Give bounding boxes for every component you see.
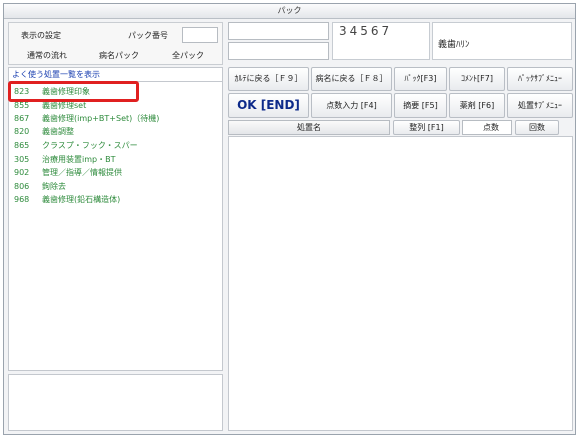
- pack-submenu-button[interactable]: ﾊﾟｯｸｻﾌﾞﾒﾆｭｰ: [507, 67, 573, 91]
- treatment-table-body[interactable]: [228, 136, 573, 431]
- item-name: 治療用装置imp・BT: [42, 155, 116, 164]
- category-label: 義歯ﾊﾘﾝ: [438, 40, 470, 50]
- item-code: 865: [14, 141, 30, 150]
- back-to-disease-button[interactable]: 病名に戻る［Ｆ８］: [311, 67, 392, 91]
- category-field: 義歯ﾊﾘﾝ: [432, 22, 572, 60]
- count-column-header[interactable]: 回数: [515, 120, 559, 135]
- number-field-value: 34567: [339, 24, 393, 38]
- display-settings-label[interactable]: 表示の設定: [21, 30, 61, 41]
- frequent-treatment-list: よく使う処置一覧を表示 823 義歯修理印象 855 義歯修理set 867 義…: [8, 67, 223, 371]
- item-name: 鉤除去: [42, 182, 66, 191]
- list-item[interactable]: 865 クラスプ・フック・スパー: [9, 140, 222, 152]
- item-code: 902: [14, 168, 30, 177]
- sort-button[interactable]: 整列 [F1]: [393, 120, 460, 135]
- drug-button[interactable]: 薬剤 [F6]: [449, 93, 505, 118]
- item-code: 968: [14, 195, 30, 204]
- frequent-list-header[interactable]: よく使う処置一覧を表示: [9, 68, 222, 82]
- list-item[interactable]: 867 義歯修理(imp+BT+Set)（待機): [9, 113, 222, 125]
- comment-button[interactable]: ｺﾒﾝﾄ[F7]: [449, 67, 505, 91]
- all-pack-button[interactable]: 全パック: [172, 50, 204, 61]
- item-code: 867: [14, 114, 30, 123]
- item-name: 義歯修理(鉛石構造体): [42, 195, 121, 204]
- pack-number-input[interactable]: [182, 27, 218, 43]
- pack-button[interactable]: ﾊﾟｯｸ[F3]: [394, 67, 447, 91]
- points-header-label: 点数: [483, 123, 499, 132]
- list-item[interactable]: 305 治療用装置imp・BT: [9, 154, 222, 166]
- info-input-a[interactable]: [228, 22, 329, 40]
- disease-pack-button[interactable]: 病名パック: [99, 50, 139, 61]
- detail-pane: [8, 374, 223, 431]
- item-name: クラスプ・フック・スパー: [42, 141, 138, 150]
- list-item[interactable]: 820 義歯調整: [9, 126, 222, 138]
- summary-button[interactable]: 摘要 [F5]: [394, 93, 447, 118]
- frequent-list-header-label: よく使う処置一覧を表示: [12, 70, 100, 79]
- ok-end-button[interactable]: OK [END]: [228, 93, 309, 118]
- points-column-header: 点数: [462, 120, 512, 135]
- item-name: 管理／指導／情報提供: [42, 168, 122, 177]
- info-input-b[interactable]: [228, 42, 329, 60]
- pack-number-label: パック番号: [128, 31, 168, 40]
- pack-window: パック 表示の設定 パック番号 通常の流れ 病名パック 全パック よく使う処置一…: [3, 3, 576, 435]
- treatment-name-column-header: 処置名: [228, 120, 390, 135]
- points-input-button[interactable]: 点数入力 [F4]: [311, 93, 392, 118]
- list-item[interactable]: 968 義歯修理(鉛石構造体): [9, 194, 222, 206]
- item-code: 305: [14, 155, 30, 164]
- window-title: パック: [4, 4, 575, 19]
- back-to-chart-button[interactable]: ｶﾙﾃに戻る［Ｆ９］: [228, 67, 309, 91]
- number-field[interactable]: 34567: [332, 22, 430, 60]
- selection-highlight: [8, 81, 139, 102]
- item-name: 義歯修理(imp+BT+Set)（待機): [42, 114, 160, 123]
- treatment-submenu-button[interactable]: 処置ｻﾌﾞﾒﾆｭｰ: [507, 93, 573, 118]
- list-item[interactable]: 806 鉤除去: [9, 181, 222, 193]
- list-item[interactable]: 902 管理／指導／情報提供: [9, 167, 222, 179]
- item-name: 義歯調整: [42, 127, 74, 136]
- item-code: 806: [14, 182, 30, 191]
- item-code: 820: [14, 127, 30, 136]
- normal-flow-button[interactable]: 通常の流れ: [27, 50, 67, 61]
- settings-pane: 表示の設定 パック番号 通常の流れ 病名パック 全パック: [8, 22, 223, 65]
